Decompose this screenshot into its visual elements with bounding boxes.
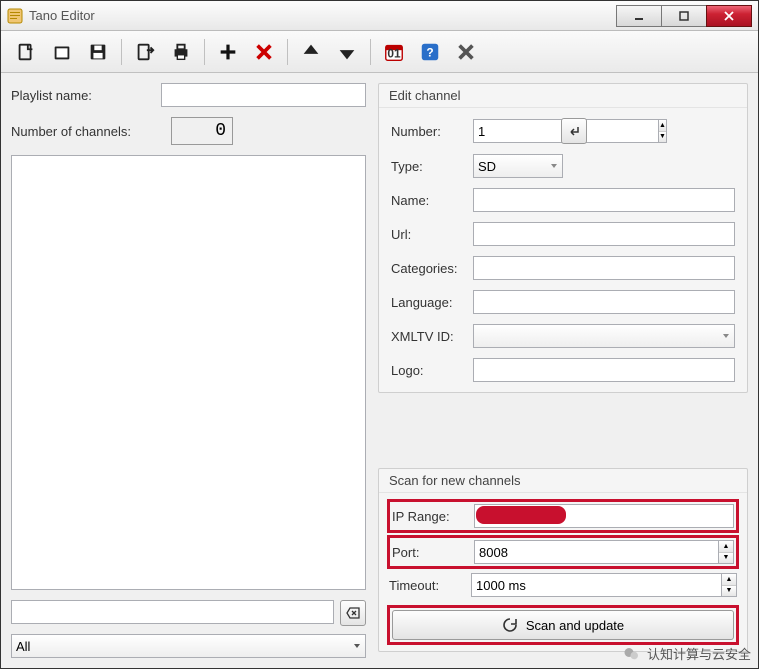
watermark-text: 认知计算与云安全 <box>647 644 751 663</box>
playlist-name-label: Playlist name: <box>11 88 161 103</box>
language-input[interactable] <box>473 290 735 314</box>
backspace-icon <box>346 606 360 620</box>
save-button[interactable] <box>83 37 113 67</box>
print-button[interactable] <box>166 37 196 67</box>
wechat-icon <box>623 645 641 663</box>
port-label: Port: <box>392 545 474 560</box>
spin-up-icon[interactable]: ▲ <box>722 574 736 586</box>
close-button[interactable] <box>706 5 752 27</box>
channels-count-value: 0 <box>171 117 233 145</box>
logo-input[interactable] <box>473 358 735 382</box>
ip-range-label: IP Range: <box>392 509 474 524</box>
url-label: Url: <box>391 227 473 242</box>
move-up-button[interactable] <box>296 37 326 67</box>
minimize-button[interactable] <box>616 5 662 27</box>
port-input[interactable] <box>474 540 718 564</box>
number-label: Number: <box>391 124 473 139</box>
new-button[interactable] <box>11 37 41 67</box>
edit-channel-group: Edit channel Number: ▲▼ T <box>378 83 748 393</box>
url-input[interactable] <box>473 222 735 246</box>
refresh-icon <box>502 617 518 633</box>
language-label: Language: <box>391 295 473 310</box>
logo-label: Logo: <box>391 363 473 378</box>
timeout-label: Timeout: <box>389 578 471 593</box>
xmltv-label: XMLTV ID: <box>391 329 473 344</box>
spin-down-icon[interactable]: ▼ <box>719 553 733 564</box>
scan-update-label: Scan and update <box>526 618 624 633</box>
return-icon <box>567 124 581 138</box>
remove-button[interactable] <box>249 37 279 67</box>
schedule-button[interactable]: 01 <box>379 37 409 67</box>
type-combo[interactable]: SD <box>473 154 563 178</box>
scan-group: Scan for new channels IP Range: <box>378 468 748 652</box>
maximize-button[interactable] <box>661 5 707 27</box>
type-label: Type: <box>391 159 473 174</box>
apply-number-button[interactable] <box>561 118 587 144</box>
export-button[interactable] <box>130 37 160 67</box>
clear-button[interactable] <box>451 37 481 67</box>
chevron-down-icon <box>349 635 365 657</box>
category-filter-combo[interactable]: All <box>11 634 366 658</box>
watermark: 认知计算与云安全 <box>623 644 751 663</box>
chevron-down-icon <box>546 155 562 177</box>
add-button[interactable] <box>213 37 243 67</box>
toolbar: 01 ? <box>1 31 758 73</box>
svg-text:01: 01 <box>387 46 401 60</box>
categories-input[interactable] <box>473 256 735 280</box>
redacted-overlay <box>476 506 566 524</box>
number-spinbox[interactable]: ▲▼ <box>473 119 553 143</box>
spin-up-icon[interactable]: ▲ <box>659 120 666 132</box>
playlist-name-input[interactable] <box>161 83 366 107</box>
spin-down-icon[interactable]: ▼ <box>722 586 736 597</box>
scan-update-button[interactable]: Scan and update <box>392 610 734 640</box>
window-title: Tano Editor <box>29 8 617 23</box>
chevron-down-icon <box>718 325 734 347</box>
timeout-spinbox[interactable]: ▲▼ <box>471 573 737 597</box>
clear-filter-button[interactable] <box>340 600 366 626</box>
open-button[interactable] <box>47 37 77 67</box>
name-label: Name: <box>391 193 473 208</box>
channels-count-label: Number of channels: <box>11 124 161 139</box>
categories-label: Categories: <box>391 261 473 276</box>
move-down-button[interactable] <box>332 37 362 67</box>
scan-title: Scan for new channels <box>379 469 747 493</box>
name-input[interactable] <box>473 188 735 212</box>
xmltv-combo[interactable] <box>473 324 735 348</box>
timeout-input[interactable] <box>471 573 721 597</box>
spin-down-icon[interactable]: ▼ <box>659 132 666 143</box>
channel-list[interactable] <box>11 155 366 590</box>
spin-up-icon[interactable]: ▲ <box>719 541 733 553</box>
titlebar: Tano Editor <box>1 1 758 31</box>
filter-input[interactable] <box>11 600 334 624</box>
svg-text:?: ? <box>426 45 433 59</box>
help-button[interactable]: ? <box>415 37 445 67</box>
edit-channel-title: Edit channel <box>379 84 747 108</box>
category-filter-value: All <box>16 639 361 654</box>
app-icon <box>7 8 23 24</box>
port-spinbox[interactable]: ▲▼ <box>474 540 734 564</box>
